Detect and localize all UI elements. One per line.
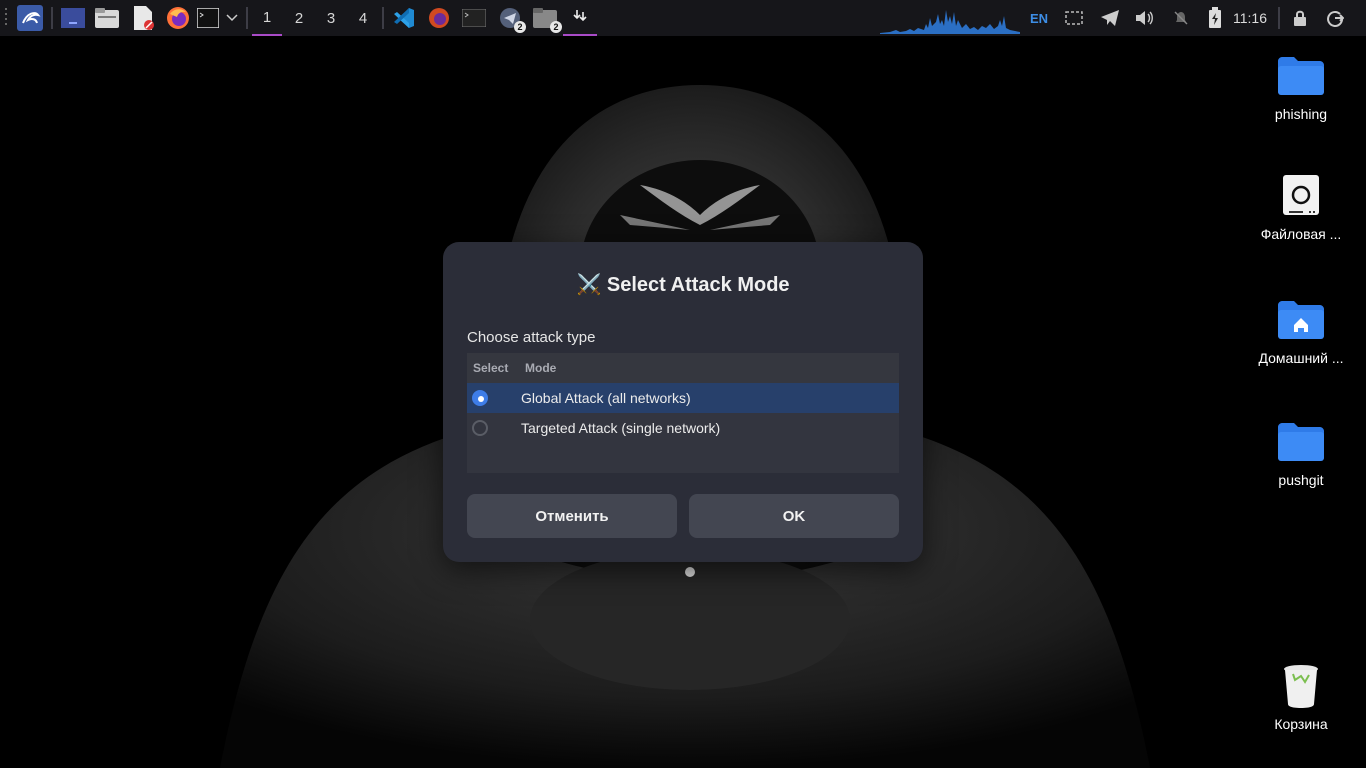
desktop-icon-label: Домашний ...	[1258, 350, 1344, 366]
lock-screen-icon[interactable]	[1288, 0, 1312, 36]
volume-icon[interactable]	[1133, 0, 1157, 36]
desktop-icon-label: Файловая ...	[1260, 226, 1342, 242]
dialog-subtitle: Choose attack type	[467, 329, 596, 346]
radio-button-targeted[interactable]	[472, 420, 488, 436]
terminal-icon[interactable]	[196, 0, 220, 36]
desktop-icon-trash[interactable]: Корзина	[1246, 662, 1356, 732]
downloader-window-icon[interactable]	[563, 0, 597, 36]
desktop-icon-filesystem[interactable]: Файловая ...	[1246, 172, 1356, 242]
separator	[382, 7, 384, 29]
workspace-4[interactable]: 4	[348, 0, 378, 36]
desktop-icon-label: Корзина	[1274, 716, 1328, 732]
battery-charging-icon[interactable]	[1204, 0, 1226, 36]
telegram-tray-icon[interactable]	[1097, 0, 1123, 36]
screenshot-icon[interactable]	[1062, 0, 1086, 36]
dialog-title: ⚔️ Select Attack Mode	[576, 274, 790, 296]
desktop-icon-phishing[interactable]: phishing	[1246, 52, 1356, 122]
files-window-icon[interactable]: 2	[530, 0, 562, 36]
column-header-mode[interactable]: Mode	[519, 361, 556, 375]
ok-button[interactable]: OK	[689, 494, 899, 538]
table-row[interactable]: Global Attack (all networks)	[467, 383, 899, 413]
workspace-2[interactable]: 2	[284, 0, 314, 36]
row-mode-label: Targeted Attack (single network)	[521, 420, 721, 436]
chevron-down-icon[interactable]	[224, 0, 240, 36]
telegram-window-icon[interactable]: 2	[496, 0, 526, 36]
workspace-1[interactable]: 1	[252, 0, 282, 36]
table-row[interactable]: Targeted Attack (single network)	[467, 413, 899, 443]
taskbar: 1 2 3 4 2 2 EN 11:16	[0, 0, 1366, 36]
keyboard-layout-indicator[interactable]: EN	[1026, 0, 1052, 36]
firefox-window-icon[interactable]	[426, 0, 452, 36]
files-count-badge: 2	[550, 21, 562, 33]
column-header-select[interactable]: Select	[467, 361, 519, 375]
logout-icon[interactable]	[1322, 0, 1348, 36]
text-editor-icon[interactable]	[130, 0, 156, 36]
notifications-muted-icon[interactable]	[1169, 0, 1193, 36]
firefox-icon[interactable]	[165, 0, 191, 36]
home-folder-icon	[1277, 296, 1325, 344]
radio-cell	[467, 420, 521, 436]
desktop-icon-pushgit[interactable]: pushgit	[1246, 418, 1356, 488]
desktop-icon-label: pushgit	[1278, 472, 1324, 488]
kali-menu-icon[interactable]	[16, 0, 44, 36]
row-mode-label: Global Attack (all networks)	[521, 390, 691, 406]
terminal-window-icon[interactable]	[461, 0, 487, 36]
trash-icon	[1277, 662, 1325, 710]
separator	[246, 7, 248, 29]
attack-mode-dialog: ⚔️ Select Attack Mode Choose attack type…	[443, 242, 923, 562]
separator	[51, 7, 53, 29]
clock[interactable]: 11:16	[1230, 0, 1270, 36]
file-manager-icon[interactable]	[94, 0, 120, 36]
radio-cell	[467, 390, 521, 406]
radio-button-global[interactable]	[472, 390, 488, 406]
cancel-button[interactable]: Отменить	[467, 494, 677, 538]
separator	[1278, 7, 1280, 29]
drive-icon	[1277, 172, 1325, 220]
desktop-icon-home[interactable]: Домашний ...	[1246, 296, 1356, 366]
desktop-icon-label: phishing	[1274, 106, 1328, 122]
attack-mode-table: Select Mode Global Attack (all networks)…	[467, 353, 899, 473]
workspace-3[interactable]: 3	[316, 0, 346, 36]
vscode-icon[interactable]	[391, 0, 417, 36]
telegram-count-badge: 2	[514, 21, 526, 33]
folder-icon	[1277, 52, 1325, 100]
show-desktop-icon[interactable]	[60, 0, 86, 36]
table-header: Select Mode	[467, 353, 899, 383]
folder-icon	[1277, 418, 1325, 466]
panel-handle[interactable]	[4, 0, 10, 36]
cpu-graph-widget[interactable]	[880, 0, 1020, 36]
